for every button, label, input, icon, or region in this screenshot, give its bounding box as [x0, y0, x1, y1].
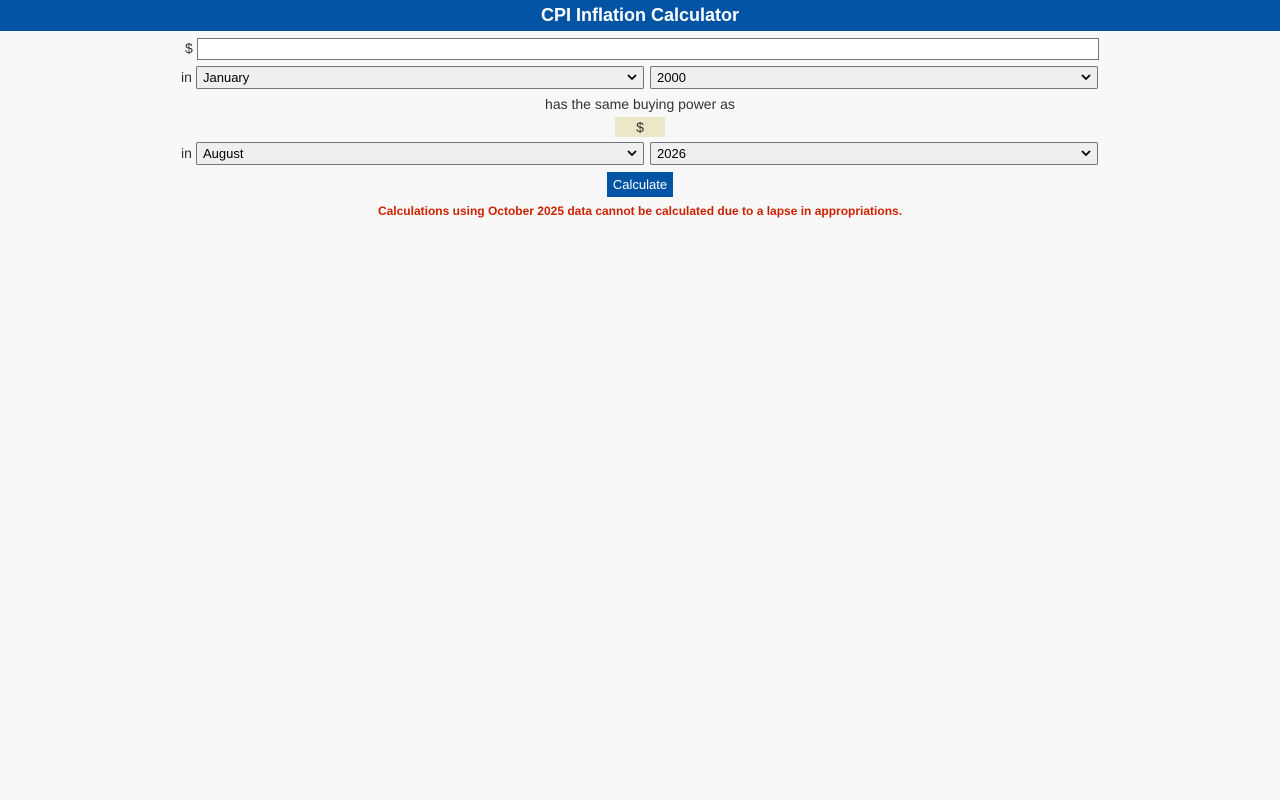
- to-year-value: 2026: [657, 146, 686, 161]
- appropriations-notice: Calculations using October 2025 data can…: [377, 204, 903, 218]
- chevron-down-icon: [1081, 150, 1091, 157]
- amount-input[interactable]: [197, 38, 1099, 60]
- from-year-value: 2000: [657, 70, 686, 85]
- dollar-sign-label: $: [185, 40, 193, 56]
- from-in-label: in: [181, 69, 192, 85]
- calculate-button[interactable]: Calculate: [607, 172, 673, 197]
- to-month-select[interactable]: August: [196, 142, 644, 165]
- result-output: $: [615, 117, 665, 137]
- chevron-down-icon: [1081, 74, 1091, 81]
- buying-power-text: has the same buying power as: [545, 96, 735, 112]
- from-month-value: January: [203, 70, 250, 85]
- to-month-value: August: [203, 146, 244, 161]
- chevron-down-icon: [627, 150, 637, 157]
- page-header: CPI Inflation Calculator: [0, 0, 1280, 31]
- to-year-select[interactable]: 2026: [650, 142, 1098, 165]
- to-in-label: in: [181, 145, 192, 161]
- from-year-select[interactable]: 2000: [650, 66, 1098, 89]
- chevron-down-icon: [627, 74, 637, 81]
- from-month-select[interactable]: January: [196, 66, 644, 89]
- calculator-form: $ in January 2000 has the same buying po…: [0, 31, 1280, 800]
- page-title: CPI Inflation Calculator: [540, 5, 740, 25]
